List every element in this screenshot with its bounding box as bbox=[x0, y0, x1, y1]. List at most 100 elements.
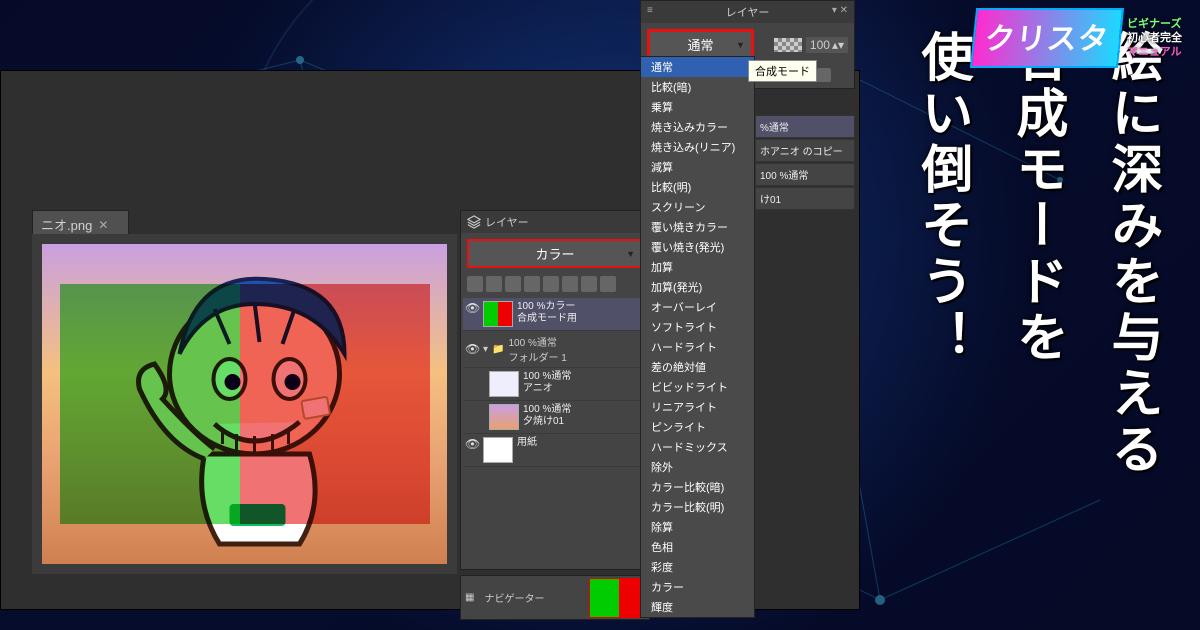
layer-name: 用紙 bbox=[517, 437, 537, 449]
blend-mode-option[interactable]: 加算 bbox=[641, 257, 754, 277]
visibility-icon[interactable]: 👁 bbox=[465, 301, 479, 315]
blend-mode-option[interactable]: 焼き込みカラー bbox=[641, 117, 754, 137]
blend-mode-option[interactable]: オーバーレイ bbox=[641, 297, 754, 317]
layer-item[interactable]: ホアニオ のコピー bbox=[755, 139, 855, 162]
dropdown-icon: ▼ bbox=[626, 249, 635, 259]
blend-mode-option[interactable]: ハードライト bbox=[641, 337, 754, 357]
layer-name: アニオ bbox=[523, 383, 571, 395]
logo-sub-1: ビギナーズ bbox=[1127, 17, 1182, 31]
headline-line1: 絵に深みを与える bbox=[1095, 30, 1170, 478]
blend-mode-option[interactable]: 減算 bbox=[641, 157, 754, 177]
layer-item[interactable]: %通常 bbox=[755, 115, 855, 138]
logo-sub-3: マニュアル bbox=[1127, 45, 1182, 59]
layer-item[interactable]: 👁 100 %カラー 合成モード用 bbox=[463, 298, 647, 331]
layers-icon bbox=[467, 215, 481, 229]
stepper-icon[interactable]: ▴▾ bbox=[832, 38, 844, 52]
visibility-icon[interactable]: 👁 bbox=[465, 342, 479, 356]
tool-icon[interactable] bbox=[524, 276, 540, 292]
blend-mode-option[interactable]: カラー比較(暗) bbox=[641, 477, 754, 497]
headline: 絵に深みを与える 合成モードを 使い倒そう！ bbox=[905, 30, 1170, 478]
blend-mode-option[interactable]: カラー比較(明) bbox=[641, 497, 754, 517]
blend-mode-select-left-value: カラー bbox=[535, 244, 574, 263]
close-icon[interactable]: ▾ ✕ bbox=[832, 5, 848, 16]
navigator-title: ナビゲーター bbox=[478, 588, 550, 607]
canvas-area[interactable] bbox=[32, 234, 457, 574]
layer-panel-right-title-text: レイヤー bbox=[726, 7, 770, 19]
blend-mode-select-left[interactable]: カラー ▼ bbox=[467, 239, 643, 268]
layer-name: 夕焼け01 bbox=[523, 416, 571, 428]
blend-mode-option[interactable]: 輝度 bbox=[641, 597, 754, 617]
tool-icon[interactable] bbox=[600, 276, 616, 292]
opacity-checker-icon bbox=[774, 38, 802, 52]
blend-mode-option[interactable]: リニアライト bbox=[641, 397, 754, 417]
trash-icon[interactable] bbox=[817, 68, 831, 82]
blend-mode-option[interactable]: 色相 bbox=[641, 537, 754, 557]
logo-sub-2: 初心者完全 bbox=[1127, 31, 1182, 45]
blend-mode-option[interactable]: 除外 bbox=[641, 457, 754, 477]
blend-mode-option[interactable]: ピンライト bbox=[641, 417, 754, 437]
dropdown-icon: ▼ bbox=[736, 40, 745, 50]
opacity-input[interactable]: 100 ▴▾ bbox=[806, 37, 848, 53]
blend-mode-option[interactable]: 焼き込み(リニア) bbox=[641, 137, 754, 157]
layer-name: 合成モード用 bbox=[517, 313, 577, 325]
layer-item[interactable]: 100 %通常 アニオ bbox=[463, 368, 647, 401]
tool-icon[interactable] bbox=[543, 276, 559, 292]
layer-name: フォルダー 1 bbox=[508, 349, 566, 364]
blend-mode-option[interactable]: 通常 bbox=[641, 57, 754, 77]
layer-panel-title: レイヤー bbox=[461, 211, 649, 233]
opacity-value: 100 bbox=[810, 38, 830, 52]
layer-thumbnail bbox=[483, 437, 513, 463]
red-tint-overlay bbox=[240, 284, 430, 524]
layer-opacity-label: 100 %通常 bbox=[523, 404, 571, 416]
layer-opacity-label: 100 %カラー bbox=[517, 301, 577, 313]
blend-mode-option[interactable]: 除算 bbox=[641, 517, 754, 537]
navigator-icon: ▦ bbox=[461, 592, 478, 603]
layer-opacity-label: 100 %通常 bbox=[523, 371, 571, 383]
tool-icon[interactable] bbox=[581, 276, 597, 292]
layer-item[interactable]: 100 %通常 夕焼け01 bbox=[463, 401, 647, 434]
layer-thumbnail bbox=[483, 301, 513, 327]
brand-logo-text: クリスタ bbox=[970, 8, 1124, 68]
layer-folder[interactable]: 👁 ▾ 📁 100 %通常 フォルダー 1 bbox=[463, 331, 647, 368]
tool-icon[interactable] bbox=[486, 276, 502, 292]
headline-line2: 合成モードを bbox=[1000, 30, 1075, 478]
blend-mode-option[interactable]: 乗算 bbox=[641, 97, 754, 117]
layer-list: 👁 100 %カラー 合成モード用 👁 ▾ 📁 100 %通常 フォルダー 1 … bbox=[461, 298, 649, 467]
blend-mode-option[interactable]: 比較(明) bbox=[641, 177, 754, 197]
chevron-down-icon[interactable]: ▾ bbox=[483, 344, 488, 355]
blend-mode-menu[interactable]: 通常比較(暗)乗算焼き込みカラー焼き込み(リニア)減算比較(明)スクリーン覆い焼… bbox=[640, 56, 755, 618]
blend-mode-option[interactable]: 彩度 bbox=[641, 557, 754, 577]
blend-mode-option[interactable]: 覆い焼き(発光) bbox=[641, 237, 754, 257]
blend-mode-option[interactable]: 加算(発光) bbox=[641, 277, 754, 297]
layer-opacity-label: 100 %通常 bbox=[508, 334, 566, 349]
tool-icon[interactable] bbox=[505, 276, 521, 292]
canvas[interactable] bbox=[42, 244, 447, 564]
blend-mode-option[interactable]: 比較(暗) bbox=[641, 77, 754, 97]
blend-mode-tooltip: 合成モード bbox=[748, 60, 817, 82]
close-tab-icon[interactable]: ✕ bbox=[98, 218, 108, 232]
layer-thumbnail bbox=[489, 371, 519, 397]
tool-icon[interactable] bbox=[467, 276, 483, 292]
blend-mode-option[interactable]: スクリーン bbox=[641, 197, 754, 217]
layer-item[interactable]: 👁 用紙 bbox=[463, 434, 647, 467]
layer-item[interactable]: 100 %通常 bbox=[755, 163, 855, 186]
layer-tool-row bbox=[461, 274, 649, 298]
blend-mode-select-right-value: 通常 bbox=[687, 35, 713, 54]
visibility-icon[interactable]: 👁 bbox=[465, 437, 479, 451]
brand-logo: クリスタ ビギナーズ 初心者完全 マニュアル bbox=[973, 8, 1182, 68]
layer-list-right: %通常 ホアニオ のコピー 100 %通常 け01 bbox=[755, 115, 855, 211]
blend-mode-option[interactable]: ハードミックス bbox=[641, 437, 754, 457]
blend-mode-option[interactable]: 覆い焼きカラー bbox=[641, 217, 754, 237]
headline-line3: 使い倒そう！ bbox=[905, 30, 980, 478]
blend-mode-option[interactable]: ソフトライト bbox=[641, 317, 754, 337]
navigator-panel: ▦ ナビゲーター bbox=[460, 575, 650, 620]
blend-mode-option[interactable]: カラー bbox=[641, 577, 754, 597]
blend-mode-option[interactable]: 差の絶対値 bbox=[641, 357, 754, 377]
tool-icon[interactable] bbox=[562, 276, 578, 292]
layer-panel-right-title: ≡ レイヤー ▾ ✕ bbox=[641, 1, 854, 23]
layer-item[interactable]: け01 bbox=[755, 187, 855, 210]
blend-mode-option[interactable]: ビビッドライト bbox=[641, 377, 754, 397]
document-tab-label: ニオ.png bbox=[41, 215, 92, 234]
layer-panel-title-text: レイヤー bbox=[485, 214, 529, 230]
menu-icon[interactable]: ≡ bbox=[647, 5, 653, 16]
